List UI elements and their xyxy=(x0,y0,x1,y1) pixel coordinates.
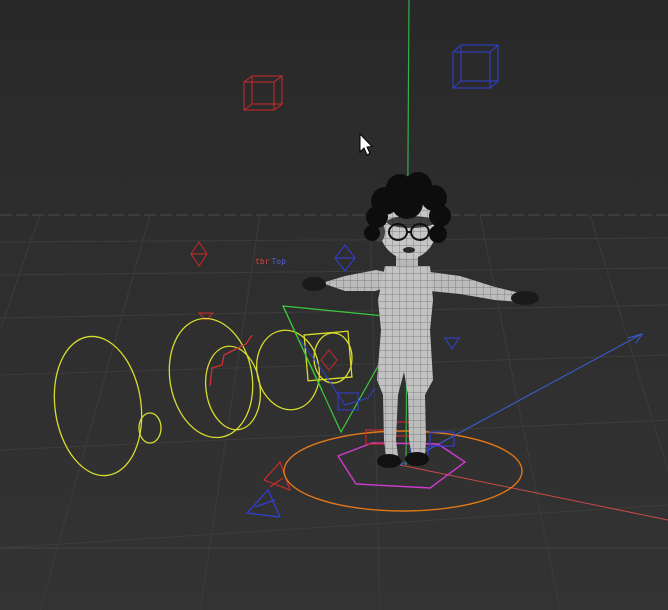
viewport-sky xyxy=(0,0,668,142)
floating-control-label: tbr Top xyxy=(255,257,286,266)
label-a-text: tbr xyxy=(255,257,270,266)
viewport-floor xyxy=(0,142,668,610)
hair-fringe xyxy=(387,216,435,228)
label-b-text: Top xyxy=(271,257,286,266)
3d-viewport[interactable]: tbr Top xyxy=(0,0,668,610)
viewport-canvas[interactable] xyxy=(0,0,668,610)
